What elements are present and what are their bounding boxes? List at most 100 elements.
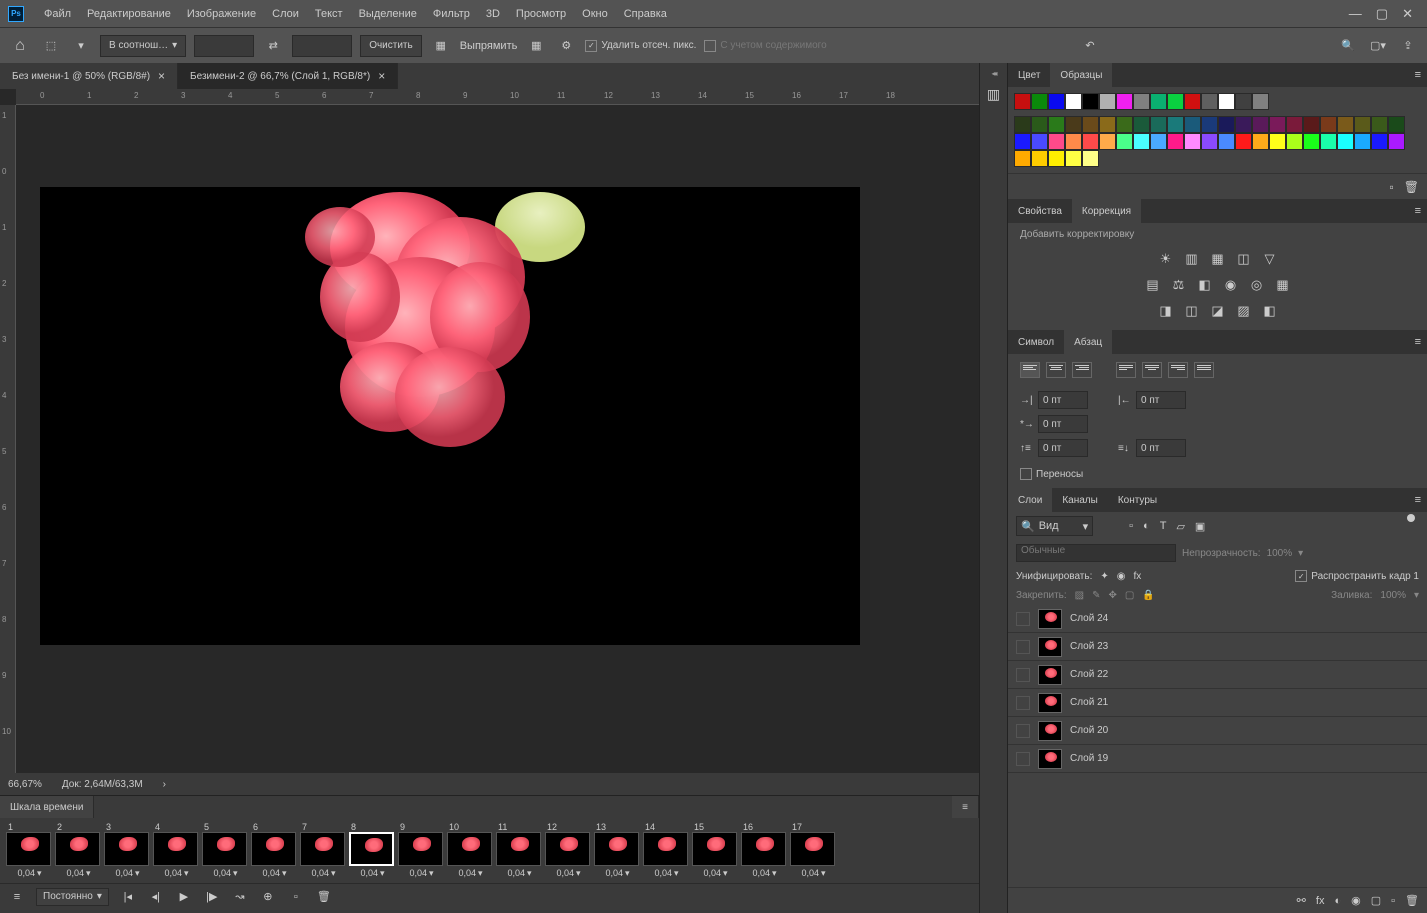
link-icon[interactable]: ⚯ [1297, 894, 1306, 907]
swatch[interactable] [1235, 93, 1252, 110]
timeline-tab[interactable]: Шкала времени [0, 796, 94, 818]
swatch[interactable] [1269, 133, 1286, 150]
panel-menu-icon[interactable]: ≡ [1409, 63, 1427, 87]
home-icon[interactable]: ⌂ [8, 34, 32, 58]
lock-pixels-icon[interactable]: ✎ [1092, 590, 1100, 601]
new-layer-icon[interactable]: ▫ [1391, 895, 1395, 907]
opacity-value[interactable]: 100% [1267, 548, 1293, 559]
map-icon[interactable]: ▨ [1235, 302, 1253, 320]
swatch[interactable] [1354, 116, 1371, 133]
frame-item[interactable]: 150,04▾ [692, 822, 739, 879]
tab-properties[interactable]: Свойства [1008, 199, 1072, 223]
ruler-horizontal[interactable]: 0123456789101112131415161718 [16, 89, 979, 105]
doc-size[interactable]: Док: 2,64M/63,3M [62, 779, 143, 790]
chevron-down-icon[interactable]: ▾ [37, 868, 42, 879]
mixer-icon[interactable]: ◎ [1248, 276, 1266, 294]
swatch[interactable] [1065, 150, 1082, 167]
chevron-down-icon[interactable]: ▾ [527, 868, 532, 879]
menu-Редактирование[interactable]: Редактирование [79, 0, 179, 27]
bw-icon[interactable]: ◧ [1196, 276, 1214, 294]
close-icon[interactable]: × [158, 69, 165, 83]
chevron-down-icon[interactable]: ▾ [233, 868, 238, 879]
swatch[interactable] [1303, 133, 1320, 150]
swatch[interactable] [1133, 133, 1150, 150]
trash-icon[interactable]: 🗑 [315, 888, 333, 906]
ruler-vertical[interactable]: 1012345678910 [0, 105, 16, 773]
straighten-icon[interactable]: ▦ [430, 35, 452, 57]
propagate-checkbox[interactable]: ✓Распространить кадр 1 [1295, 570, 1419, 582]
layer-name[interactable]: Слой 23 [1070, 641, 1108, 652]
levels-icon[interactable]: ▥ [1183, 250, 1201, 268]
frame-item[interactable]: 70,04▾ [300, 822, 347, 879]
delete-cropped-checkbox[interactable]: ✓Удалить отсеч. пикс. [585, 40, 696, 52]
menu-3D[interactable]: 3D [478, 0, 508, 27]
layer-name[interactable]: Слой 20 [1070, 725, 1108, 736]
layer-thumbnail[interactable] [1038, 637, 1062, 657]
swatch[interactable] [1048, 150, 1065, 167]
frame-item[interactable]: 80,04▾ [349, 822, 396, 879]
grid-icon[interactable]: ▦ [525, 35, 547, 57]
swatch[interactable] [1048, 116, 1065, 133]
visibility-toggle[interactable] [1016, 724, 1030, 738]
swatch[interactable] [1031, 133, 1048, 150]
swatch[interactable] [1354, 133, 1371, 150]
menu-Файл[interactable]: Файл [36, 0, 79, 27]
panel-menu-icon[interactable]: ≡ [1409, 488, 1427, 512]
swatch[interactable] [1252, 133, 1269, 150]
minimize-icon[interactable]: — [1349, 6, 1362, 22]
filter-type-icon[interactable]: T [1160, 520, 1167, 533]
swatch[interactable] [1116, 116, 1133, 133]
clear-button[interactable]: Очистить [360, 35, 422, 57]
frame-item[interactable]: 160,04▾ [741, 822, 788, 879]
posterize-icon[interactable]: ◫ [1183, 302, 1201, 320]
blend-mode-dropdown[interactable]: Обычные [1016, 544, 1176, 562]
balance-icon[interactable]: ⚖ [1170, 276, 1188, 294]
frame-item[interactable]: 90,04▾ [398, 822, 445, 879]
swatch[interactable] [1014, 116, 1031, 133]
timeline-menu-icon[interactable]: ≡ [8, 888, 26, 906]
swatch[interactable] [1201, 133, 1218, 150]
layer-name[interactable]: Слой 19 [1070, 753, 1108, 764]
tab-paths[interactable]: Контуры [1108, 488, 1167, 512]
tween-icon[interactable]: ↝ [231, 888, 249, 906]
layer-row[interactable]: Слой 24 [1008, 605, 1427, 633]
visibility-toggle[interactable] [1016, 668, 1030, 682]
filter-image-icon[interactable]: ▫ [1129, 520, 1133, 533]
tab-paragraph[interactable]: Абзац [1064, 330, 1112, 354]
chevron-down-icon[interactable]: ▾ [184, 868, 189, 879]
exposure-icon[interactable]: ◫ [1235, 250, 1253, 268]
swatch[interactable] [1167, 116, 1184, 133]
threshold-icon[interactable]: ◪ [1209, 302, 1227, 320]
align-left-button[interactable] [1020, 362, 1040, 378]
chevron-down-icon[interactable]: ▾ [70, 35, 92, 57]
space-after-input[interactable] [1136, 439, 1186, 457]
chevron-down-icon[interactable]: ▾ [86, 868, 91, 879]
frame-item[interactable]: 100,04▾ [447, 822, 494, 879]
swatch[interactable] [1065, 93, 1082, 110]
swatch[interactable] [1388, 116, 1405, 133]
swatch[interactable] [1167, 133, 1184, 150]
height-input[interactable] [292, 35, 352, 57]
undo-icon[interactable]: ↶ [1079, 35, 1101, 57]
swatch[interactable] [1150, 93, 1167, 110]
menu-Просмотр[interactable]: Просмотр [508, 0, 574, 27]
swatch[interactable] [1235, 133, 1252, 150]
swatch[interactable] [1082, 93, 1099, 110]
zoom-level[interactable]: 66,67% [8, 779, 42, 790]
new-swatch-icon[interactable]: ▫ [1390, 180, 1394, 194]
chevron-down-icon[interactable]: ▾ [429, 868, 434, 879]
align-center-button[interactable] [1046, 362, 1066, 378]
document-tab[interactable]: Без имени-1 @ 50% (RGB/8#)× [0, 63, 178, 89]
swatch[interactable] [1388, 133, 1405, 150]
menu-Окно[interactable]: Окно [574, 0, 616, 27]
swatch[interactable] [1167, 93, 1184, 110]
layer-name[interactable]: Слой 24 [1070, 613, 1108, 624]
frame-item[interactable]: 60,04▾ [251, 822, 298, 879]
align-right-button[interactable] [1072, 362, 1092, 378]
swatch[interactable] [1065, 116, 1082, 133]
visibility-toggle[interactable] [1016, 640, 1030, 654]
visibility-toggle[interactable] [1016, 752, 1030, 766]
swatch[interactable] [1150, 116, 1167, 133]
layer-name[interactable]: Слой 21 [1070, 697, 1108, 708]
menu-Изображение[interactable]: Изображение [179, 0, 264, 27]
